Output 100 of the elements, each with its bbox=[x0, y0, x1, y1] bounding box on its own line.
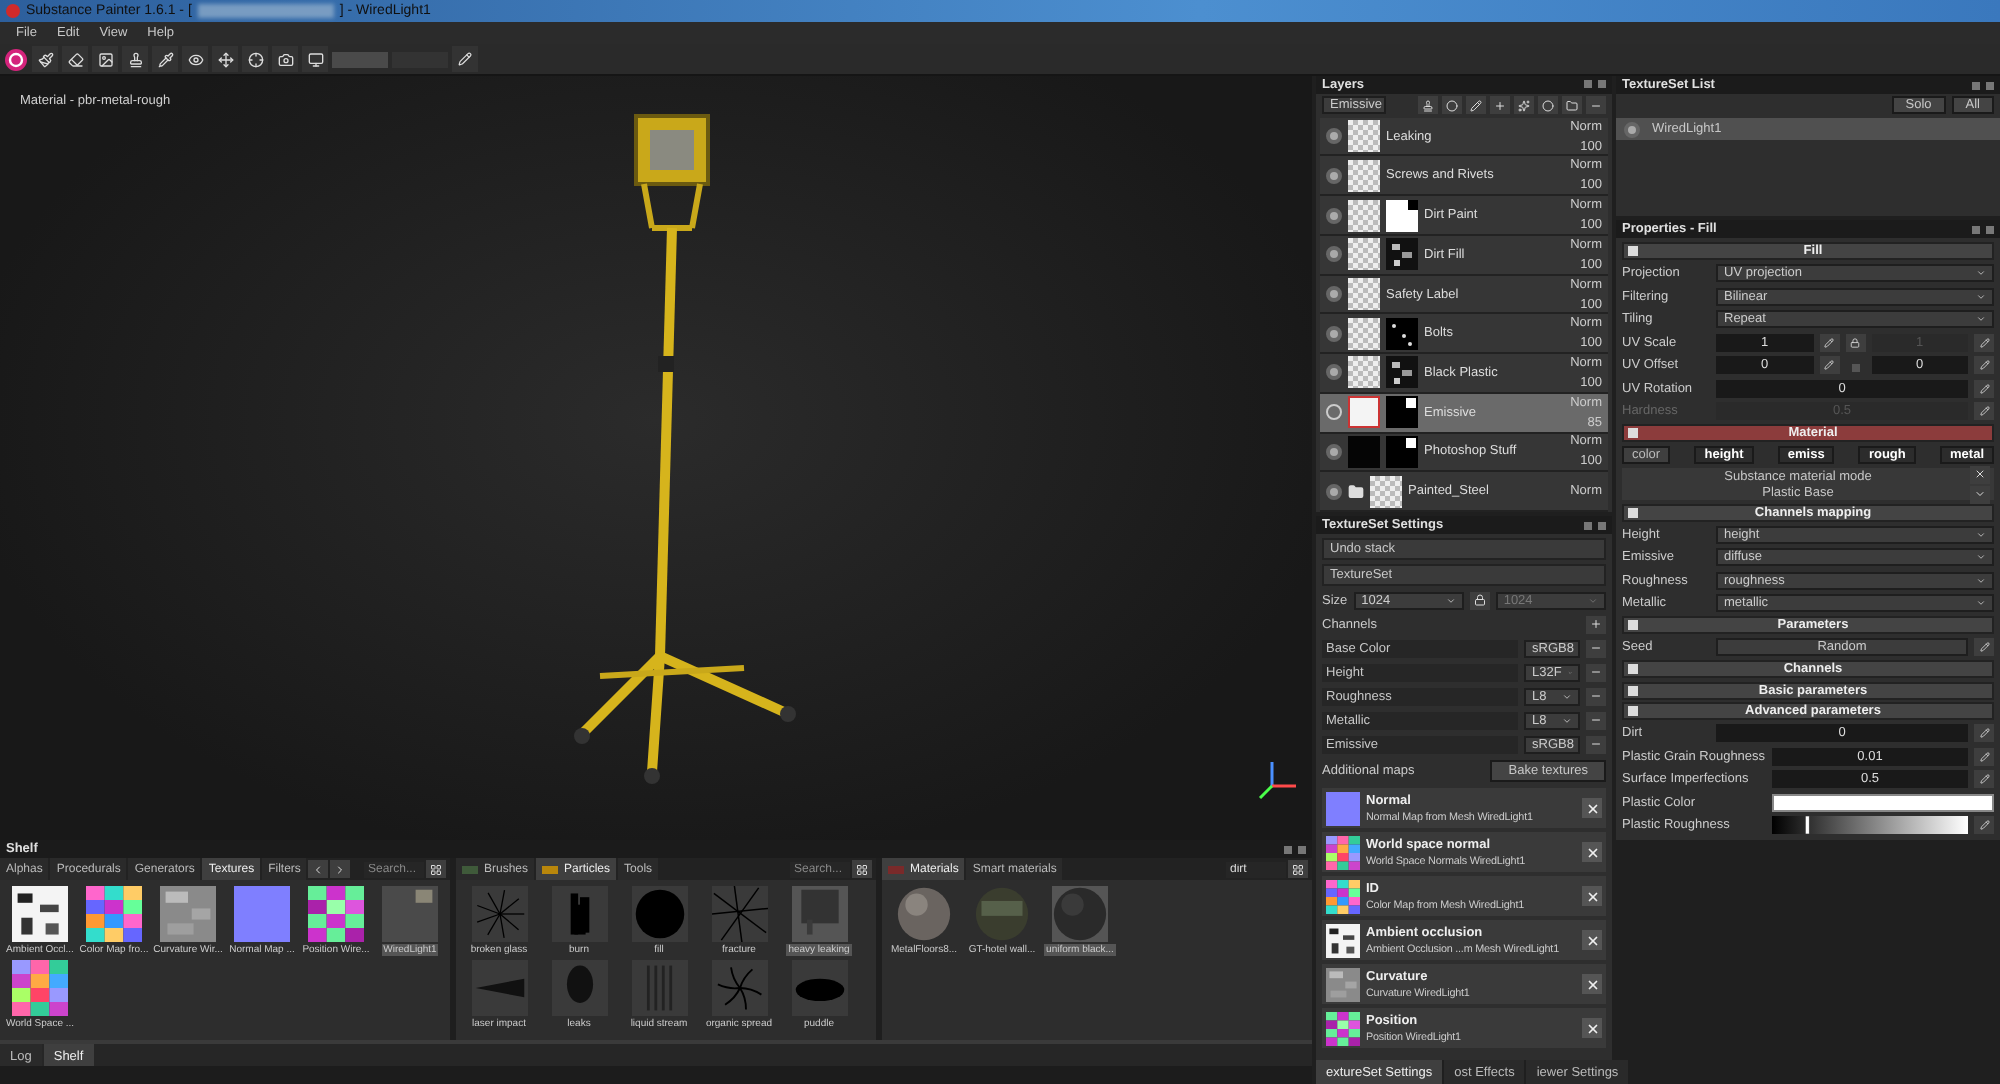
grid-view-button[interactable] bbox=[852, 860, 872, 878]
edit-button[interactable] bbox=[1974, 816, 1994, 834]
edit-button[interactable] bbox=[1974, 356, 1994, 374]
eraser-button[interactable] bbox=[62, 46, 88, 72]
crosshair-button[interactable] bbox=[242, 46, 268, 72]
camera-button[interactable] bbox=[272, 46, 298, 72]
stamp-button[interactable] bbox=[122, 46, 148, 72]
grid-icon bbox=[430, 863, 442, 875]
visibility-toggle[interactable] bbox=[1326, 364, 1342, 381]
remove-channel-button[interactable] bbox=[1586, 687, 1606, 705]
edit-button[interactable] bbox=[1974, 724, 1994, 742]
edit-button[interactable] bbox=[1974, 638, 1994, 656]
chevron-down-icon bbox=[1976, 314, 1986, 324]
remove-button[interactable] bbox=[1582, 886, 1602, 906]
close-icon bbox=[1585, 845, 1599, 859]
pencil-icon bbox=[458, 52, 472, 66]
close-icon[interactable] bbox=[1986, 81, 1994, 89]
remove-channel-button[interactable] bbox=[1586, 663, 1606, 681]
visibility-toggle[interactable] bbox=[1326, 483, 1342, 500]
plus-icon bbox=[1590, 618, 1602, 630]
monitor-button[interactable] bbox=[302, 46, 328, 72]
close-icon[interactable] bbox=[1986, 225, 1994, 233]
chevron-down-icon bbox=[1974, 488, 1986, 500]
chevron-left-icon bbox=[312, 863, 325, 875]
grid-icon bbox=[856, 863, 868, 875]
add-channel-button[interactable] bbox=[1586, 615, 1606, 633]
gradient-slider[interactable] bbox=[1772, 816, 1968, 834]
float-icon[interactable] bbox=[1284, 845, 1292, 853]
visibility-toggle[interactable] bbox=[1326, 207, 1342, 224]
camera-icon bbox=[277, 51, 293, 67]
pipette-icon bbox=[157, 51, 173, 67]
edit-button[interactable] bbox=[1974, 747, 1994, 765]
app-logo-icon bbox=[4, 47, 28, 71]
next-button[interactable] bbox=[330, 860, 351, 878]
paint-brush-button[interactable] bbox=[32, 46, 58, 72]
remove-button[interactable] bbox=[1582, 930, 1602, 950]
add-button[interactable] bbox=[1490, 96, 1510, 115]
edit-button[interactable] bbox=[1819, 356, 1839, 374]
chevron-down-icon bbox=[1976, 598, 1986, 608]
effect-button[interactable] bbox=[1514, 96, 1534, 115]
move-button[interactable] bbox=[212, 46, 238, 72]
pencil-icon bbox=[1979, 774, 1989, 784]
remove-button[interactable] bbox=[1582, 842, 1602, 862]
remove-channel-button[interactable] bbox=[1586, 639, 1606, 657]
close-icon[interactable] bbox=[1598, 80, 1606, 89]
lock-button[interactable] bbox=[1469, 591, 1490, 609]
color-swatch[interactable] bbox=[1772, 793, 1994, 811]
pencil-icon bbox=[1979, 406, 1989, 416]
lock-icon bbox=[1473, 594, 1486, 606]
visibility-toggle[interactable] bbox=[1624, 121, 1640, 137]
remove-channel-button[interactable] bbox=[1586, 711, 1606, 729]
visibility-toggle[interactable] bbox=[1326, 128, 1342, 145]
chevron-down-icon bbox=[1976, 552, 1986, 562]
remove-button[interactable] bbox=[1582, 1018, 1602, 1038]
close-icon bbox=[1585, 889, 1599, 903]
pencil-icon bbox=[1979, 642, 1989, 652]
float-icon[interactable] bbox=[1972, 81, 1980, 89]
float-icon[interactable] bbox=[1972, 225, 1980, 233]
pencil-icon bbox=[1979, 360, 1989, 370]
pencil-icon bbox=[1824, 360, 1834, 370]
collapse-icon[interactable] bbox=[1628, 507, 1638, 517]
grid-view-button[interactable] bbox=[426, 860, 446, 878]
previous-button[interactable] bbox=[308, 860, 329, 878]
close-icon bbox=[1585, 933, 1599, 947]
close-button[interactable] bbox=[1970, 465, 1990, 483]
close-icon bbox=[1585, 801, 1599, 815]
visibility-toggle[interactable] bbox=[1326, 443, 1342, 460]
edit-button[interactable] bbox=[1974, 379, 1994, 397]
collapse-icon[interactable] bbox=[1628, 685, 1638, 695]
image-button[interactable] bbox=[92, 46, 118, 72]
close-icon[interactable] bbox=[1298, 845, 1306, 853]
lock-button[interactable] bbox=[1845, 333, 1865, 351]
dropdown-button[interactable] bbox=[1970, 485, 1990, 503]
close-icon[interactable] bbox=[1598, 521, 1606, 529]
edit-button[interactable] bbox=[1819, 333, 1839, 351]
float-icon[interactable] bbox=[1584, 80, 1592, 89]
chevron-down-icon bbox=[1976, 291, 1986, 301]
folder-button[interactable] bbox=[1562, 96, 1582, 115]
edit-button[interactable] bbox=[1974, 402, 1994, 420]
chevron-down-icon bbox=[1976, 575, 1986, 585]
remove-button[interactable] bbox=[1582, 798, 1602, 818]
remove-channel-button[interactable] bbox=[1586, 735, 1606, 753]
pipette-button[interactable] bbox=[152, 46, 178, 72]
close-icon bbox=[1585, 1021, 1599, 1035]
chevron-right-icon bbox=[334, 863, 347, 875]
float-icon[interactable] bbox=[1584, 521, 1592, 529]
brush-button[interactable] bbox=[1466, 96, 1486, 115]
visibility-toggle[interactable] bbox=[1326, 325, 1342, 342]
close-icon bbox=[1585, 977, 1599, 991]
edit-button[interactable] bbox=[452, 46, 478, 72]
visibility-toggle[interactable] bbox=[1326, 167, 1342, 184]
edit-button[interactable] bbox=[1974, 770, 1994, 788]
fill-button[interactable] bbox=[1442, 96, 1462, 115]
edit-button[interactable] bbox=[1974, 333, 1994, 351]
grid-view-button[interactable] bbox=[1288, 860, 1308, 878]
remove-button[interactable] bbox=[1582, 974, 1602, 994]
visibility-toggle[interactable] bbox=[1326, 286, 1342, 303]
remove-button[interactable] bbox=[1586, 96, 1606, 115]
circle-icon bbox=[1446, 99, 1458, 112]
visibility-toggle[interactable] bbox=[1326, 246, 1342, 263]
